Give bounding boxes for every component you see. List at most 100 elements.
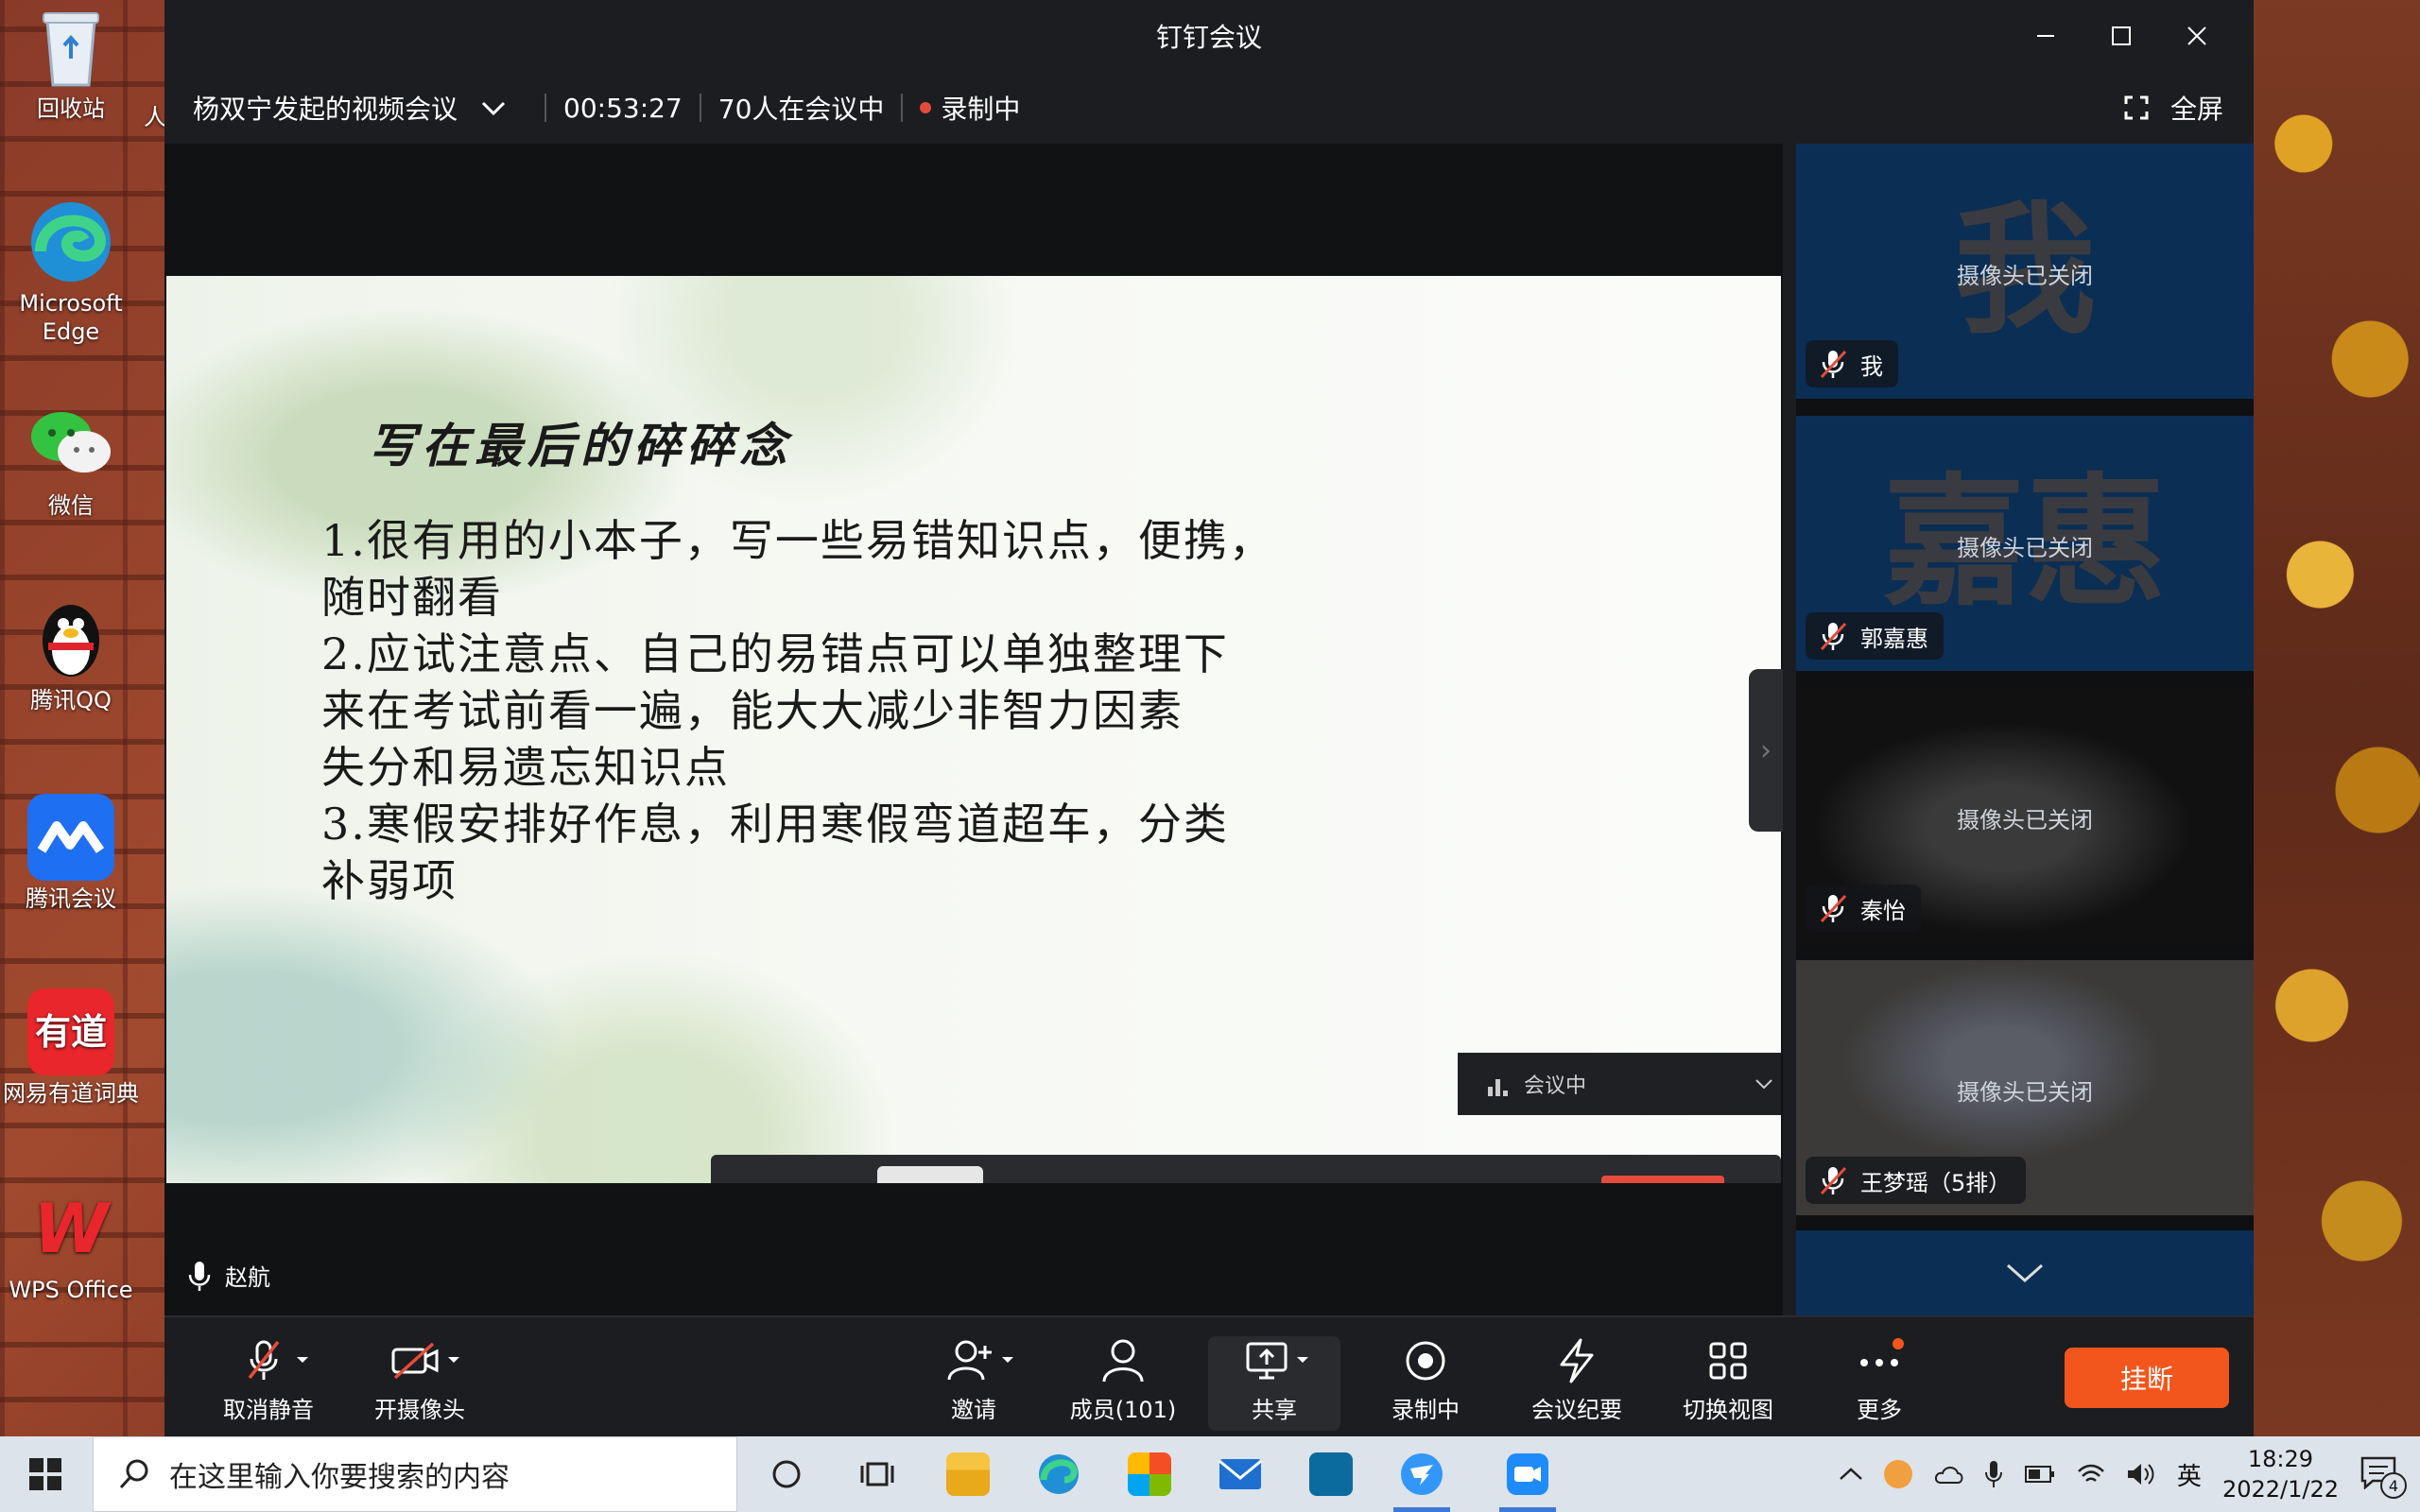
more-button[interactable]: 更多 [1813, 1336, 1945, 1431]
video-meeting-icon [1507, 1453, 1548, 1495]
grid-view-icon [1709, 1342, 1747, 1380]
cortana-button[interactable] [741, 1436, 832, 1512]
maximize-icon [2112, 26, 2131, 45]
desktop-icon-recycle-bin[interactable]: 回收站 [0, 4, 142, 123]
members-label: 成员(101) [1069, 1397, 1177, 1423]
notification-center-button[interactable]: 4 [2360, 1455, 2407, 1499]
presenter-status-pill[interactable]: 会议中 [1458, 1053, 1781, 1115]
battery-icon[interactable] [2024, 1464, 2056, 1485]
fullscreen-button[interactable]: 全屏 [2123, 72, 2223, 144]
desktop-icon-edge[interactable]: Microsoft Edge [0, 198, 142, 346]
participant-name: 郭嘉惠 [1860, 625, 1928, 652]
recording-dot-icon [920, 102, 932, 113]
presenter-toolbar-tab [877, 1166, 983, 1183]
camera-off-icon [391, 1342, 459, 1380]
members-icon [1102, 1339, 1144, 1383]
meeting-window: 钉钉会议 杨双宁发起的视频会议 00:53:27 70人在会议中 录制中 全屏 [164, 0, 2254, 1440]
store-icon [1128, 1452, 1171, 1496]
maximize-button[interactable] [2083, 0, 2159, 72]
minimize-button[interactable] [2008, 0, 2083, 72]
participant-namebar: 王梦瑶（5排） [1806, 1157, 2027, 1204]
meeting-minutes-label: 会议纪要 [1531, 1397, 1622, 1423]
chevron-down-icon [1755, 1079, 1772, 1090]
presenter-status-text: 会议中 [1524, 1074, 1587, 1098]
speaker-volume-icon[interactable] [2126, 1461, 2156, 1487]
participant-namebar: 郭嘉惠 [1806, 612, 1944, 660]
participant-count[interactable]: 70人在会议中 [718, 89, 885, 127]
mail-icon [1219, 1459, 1262, 1489]
camera-off-text: 摄像头已关闭 [1957, 535, 2093, 561]
desktop-icon-wps[interactable]: W WPS Office [0, 1185, 142, 1304]
participant-tile[interactable]: 摄像头已关闭 秦怡 [1796, 688, 2254, 943]
invite-button[interactable]: 邀请 [908, 1336, 1040, 1431]
recording-label: 录制中 [1392, 1397, 1460, 1423]
close-button[interactable] [2159, 0, 2235, 72]
desktop-icon-youdao[interactable]: 有道 网易有道词典 [0, 988, 142, 1108]
desktop-icon-tencent-meeting[interactable]: 腾讯会议 [0, 794, 142, 913]
members-button[interactable]: 成员(101) [1057, 1336, 1189, 1431]
cloud-sync-icon[interactable] [1933, 1460, 1963, 1488]
meeting-name[interactable]: 杨双宁发起的视频会议 [193, 89, 458, 127]
cortana-circle-icon [772, 1460, 801, 1488]
window-title: 钉钉会议 [1155, 22, 1262, 53]
dell-icon [1309, 1452, 1353, 1496]
camera-button[interactable]: 开摄像头 [354, 1336, 486, 1431]
more-label: 更多 [1857, 1397, 1902, 1423]
desktop-icon-qq[interactable]: 腾讯QQ [0, 595, 142, 714]
muted-microphone-icon [248, 1340, 308, 1380]
participant-name: 秦怡 [1860, 897, 1906, 924]
participant-tile[interactable]: 我 摄像头已关闭 我 [1796, 144, 2254, 399]
window-titlebar[interactable]: 钉钉会议 [164, 0, 2254, 72]
collapse-gallery-handle[interactable]: › [1749, 669, 1783, 832]
wps-office-icon: W [33, 1189, 109, 1268]
taskbar-clock[interactable]: 18:29 2022/1/22 [2222, 1444, 2339, 1504]
share-screen-icon [1246, 1342, 1308, 1380]
qq-penguin-icon [27, 595, 114, 682]
camera-off-text: 摄像头已关闭 [1957, 1079, 2093, 1106]
start-button[interactable] [0, 1436, 91, 1512]
camera-off-text: 摄像头已关闭 [1957, 263, 2093, 289]
taskbar-meeting[interactable] [1482, 1436, 1573, 1512]
unmute-button[interactable]: 取消静音 [202, 1336, 335, 1431]
meeting-minutes-button[interactable]: 会议纪要 [1511, 1336, 1643, 1431]
desktop-icon-label: 回收站 [37, 95, 105, 122]
tray-app-icon[interactable] [1883, 1460, 1912, 1488]
muted-microphone-icon [1820, 1166, 1847, 1195]
taskbar-dingtalk[interactable] [1376, 1436, 1467, 1512]
microphone-icon [188, 1261, 211, 1291]
taskbar-edge[interactable] [1013, 1436, 1104, 1512]
recording-button[interactable]: 录制中 [1359, 1336, 1492, 1431]
gallery-scroll-down-button[interactable] [1796, 1230, 2254, 1315]
add-user-icon [947, 1340, 1013, 1381]
hangup-button[interactable]: 挂断 [2065, 1348, 2229, 1408]
participant-name: 我 [1860, 352, 1883, 380]
slide-text-line: 2.应试注意点、自己的易错点可以单独整理下 [321, 628, 1229, 679]
slide-text-line: 1.很有用的小本子，写一些易错知识点，便携， [321, 515, 1274, 566]
taskbar-store[interactable] [1104, 1436, 1195, 1512]
chevron-down-icon[interactable] [480, 98, 507, 117]
desktop-icon-wechat[interactable]: 微信 [0, 401, 142, 520]
share-button[interactable]: 共享 [1208, 1336, 1340, 1431]
chevron-up-icon[interactable] [1839, 1466, 1863, 1483]
taskbar-file-explorer[interactable] [923, 1436, 1013, 1512]
participant-tile[interactable]: 摄像头已关闭 王梦瑶（5排） [1796, 960, 2254, 1215]
microphone-icon[interactable] [1984, 1459, 2003, 1489]
participant-tile[interactable]: 嘉惠 摄像头已关闭 郭嘉惠 [1796, 416, 2254, 671]
taskbar-dell-app[interactable] [1286, 1436, 1376, 1512]
muted-microphone-icon [1820, 350, 1847, 379]
share-label: 共享 [1252, 1397, 1297, 1423]
task-view-button[interactable] [832, 1436, 923, 1512]
ime-indicator[interactable]: 英 [2177, 1457, 2202, 1492]
switch-view-button[interactable]: 切换视图 [1662, 1336, 1794, 1431]
unmute-label: 取消静音 [223, 1397, 314, 1423]
close-icon [2187, 26, 2206, 45]
edge-icon [27, 198, 114, 285]
desktop-icon-label: 网易有道词典 [3, 1080, 139, 1107]
taskbar-mail[interactable] [1195, 1436, 1286, 1512]
divider [544, 94, 547, 122]
shared-screen-stage: 写在最后的碎碎念 1.很有用的小本子，写一些易错知识点，便携， 随时翻看 2.应… [164, 144, 1783, 1315]
slide-text-line: 来在考试前看一遍，能大大减少非智力因素 [321, 685, 1184, 736]
desktop-icon-label: WPS Office [9, 1277, 133, 1303]
taskbar-search-input[interactable]: 在这里输入你要搜索的内容 [93, 1436, 737, 1512]
wifi-icon[interactable] [2077, 1462, 2105, 1486]
